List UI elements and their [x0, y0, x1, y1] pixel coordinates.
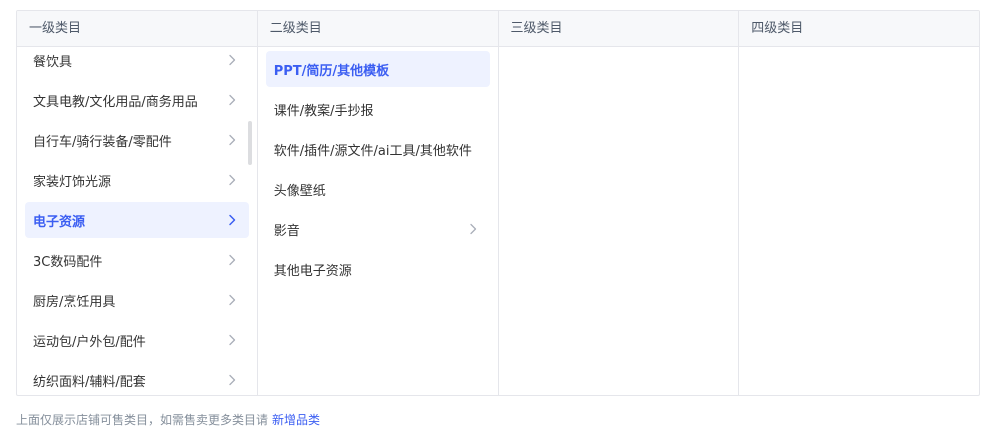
chevron-right-icon	[225, 93, 239, 107]
chevron-right-icon	[225, 133, 239, 147]
category-label: 文具电教/文化用品/商务用品	[33, 94, 198, 110]
chevron-right-icon	[225, 253, 239, 267]
chevron-right-icon	[225, 293, 239, 307]
category-label: 影音	[273, 223, 300, 239]
category-column-level3: 三级类目	[498, 11, 740, 395]
category-item-level1[interactable]: 文具电教/文化用品/商务用品	[25, 82, 249, 118]
category-label: 电子资源	[33, 214, 86, 230]
category-label: 纺织面料/辅料/配套	[33, 374, 146, 390]
category-item-level1[interactable]: 家装灯饰光源	[25, 162, 249, 198]
category-label: 家装灯饰光源	[33, 174, 112, 190]
column-header-level2: 二级类目	[257, 11, 498, 47]
column-body-level2: PPT/简历/其他模板 课件/教案/手抄报 软件/插件/源文件/ai工具/其他软…	[258, 47, 498, 395]
category-column-level1: 一级类目 餐饮具 文具电教/文化用品/商务用品 自行车/骑行装备/零配件 家装灯…	[17, 11, 258, 395]
category-label: 厨房/烹饪用具	[33, 294, 116, 310]
category-label: 3C数码配件	[33, 254, 103, 270]
chevron-right-icon	[225, 333, 239, 347]
column-header-level4: 四级类目	[739, 11, 979, 47]
chevron-right-icon	[225, 173, 239, 187]
category-item-level1[interactable]: 餐饮具	[25, 47, 249, 78]
category-item-level2-selected[interactable]: PPT/简历/其他模板	[265, 51, 490, 87]
category-item-level2[interactable]: 课件/教案/手抄报	[266, 91, 490, 127]
category-item-level2[interactable]: 其他电子资源	[266, 251, 490, 287]
category-label: PPT/简历/其他模板	[273, 63, 390, 79]
footer-note-text: 上面仅展示店铺可售类目，如需售卖更多类目请	[16, 413, 269, 427]
column-header-level3: 三级类目	[498, 11, 739, 47]
category-label: 运动包/户外包/配件	[33, 334, 146, 350]
column-header-level1: 一级类目	[17, 11, 257, 47]
column-body-level4	[739, 47, 979, 395]
category-label: 其他电子资源	[273, 263, 352, 279]
category-item-level1[interactable]: 3C数码配件	[25, 242, 249, 278]
category-label: 自行车/骑行装备/零配件	[33, 134, 172, 150]
chevron-right-icon	[225, 213, 239, 227]
column-body-level1: 餐饮具 文具电教/文化用品/商务用品 自行车/骑行装备/零配件 家装灯饰光源 电…	[17, 47, 257, 395]
chevron-right-icon	[466, 222, 480, 236]
category-label: 餐饮具	[33, 54, 73, 70]
category-item-level1-selected[interactable]: 电子资源	[25, 202, 249, 238]
category-label: 头像壁纸	[273, 183, 326, 199]
chevron-right-icon	[225, 53, 239, 67]
category-item-level2[interactable]: 软件/插件/源文件/ai工具/其他软件	[266, 131, 490, 167]
category-item-level1[interactable]: 厨房/烹饪用具	[25, 282, 249, 318]
scrollbar-thumb[interactable]	[247, 121, 252, 165]
category-item-level1[interactable]: 纺织面料/辅料/配套	[25, 362, 249, 395]
category-item-level2[interactable]: 影音	[266, 211, 490, 247]
category-item-level1[interactable]: 运动包/户外包/配件	[25, 322, 249, 358]
footer-note: 上面仅展示店铺可售类目，如需售卖更多类目请 新增品类	[16, 411, 320, 428]
category-column-level2: 二级类目 PPT/简历/其他模板 课件/教案/手抄报 软件/插件/源文件/ai工…	[257, 11, 499, 395]
category-item-level2[interactable]: 头像壁纸	[266, 171, 490, 207]
category-item-level1[interactable]: 自行车/骑行装备/零配件	[25, 122, 249, 158]
category-label: 课件/教案/手抄报	[273, 103, 374, 119]
category-column-level4: 四级类目	[739, 11, 979, 395]
category-label: 软件/插件/源文件/ai工具/其他软件	[273, 143, 472, 159]
category-picker: 一级类目 餐饮具 文具电教/文化用品/商务用品 自行车/骑行装备/零配件 家装灯…	[16, 10, 980, 396]
chevron-right-icon	[225, 373, 239, 387]
column-body-level3	[499, 47, 739, 395]
add-category-link[interactable]: 新增品类	[272, 413, 320, 427]
